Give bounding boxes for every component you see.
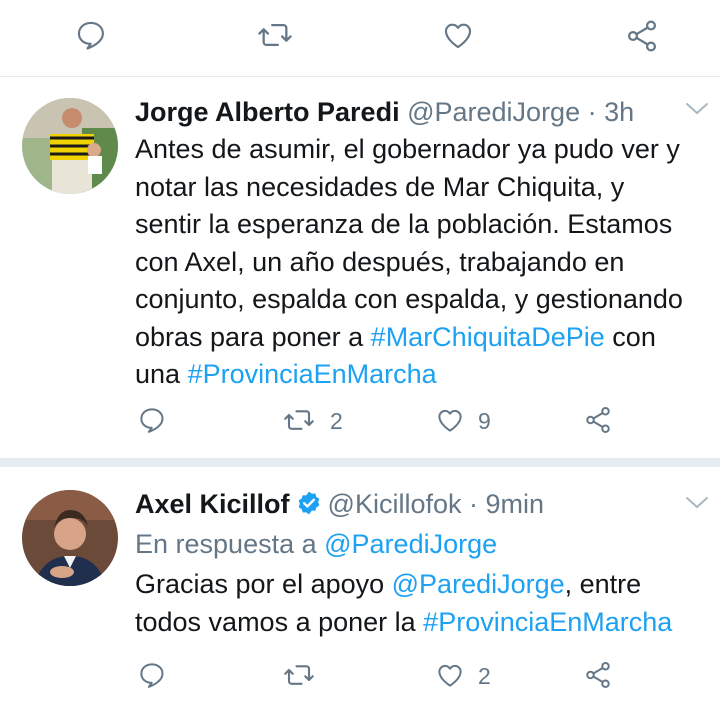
like-icon[interactable]: [434, 660, 466, 690]
verified-badge-icon: [296, 490, 322, 524]
mention-link[interactable]: @ParediJorge: [392, 569, 565, 599]
tweet-time[interactable]: 9min: [486, 489, 545, 519]
tweet-header: Axel Kicillof @Kicillofok · 9min: [135, 487, 544, 524]
tweet-kicillof[interactable]: Axel Kicillof @Kicillofok · 9min En respu…: [0, 0, 720, 716]
text-segment: , entre: [564, 569, 642, 599]
text-line: todos vamos a poner la #ProvinciaEnMarch…: [135, 604, 720, 642]
text-line: Gracias por el apoyo @ParediJorge, entre: [135, 566, 720, 604]
tweet-text: Gracias por el apoyo @ParediJorge, entre…: [135, 566, 720, 641]
text-segment: todos vamos a poner la: [135, 606, 424, 637]
text-segment: Gracias por el apoyo: [135, 569, 392, 599]
author-handle[interactable]: @Kicillofok: [328, 489, 462, 519]
reply-to-link[interactable]: @ParediJorge: [324, 529, 497, 559]
avatar[interactable]: [22, 490, 118, 586]
chevron-down-icon[interactable]: [684, 494, 710, 512]
reply-prefix: En respuesta a: [135, 529, 325, 559]
retweet-icon[interactable]: [282, 660, 316, 690]
separator-dot: ·: [461, 489, 486, 519]
author-name[interactable]: Axel Kicillof: [135, 489, 290, 519]
hashtag-link[interactable]: #ProvinciaEnMarcha: [423, 607, 672, 637]
like-count: 2: [478, 663, 491, 689]
reply-context: En respuesta a @ParediJorge: [135, 527, 497, 561]
share-icon[interactable]: [583, 660, 613, 690]
reply-icon[interactable]: [137, 660, 167, 690]
